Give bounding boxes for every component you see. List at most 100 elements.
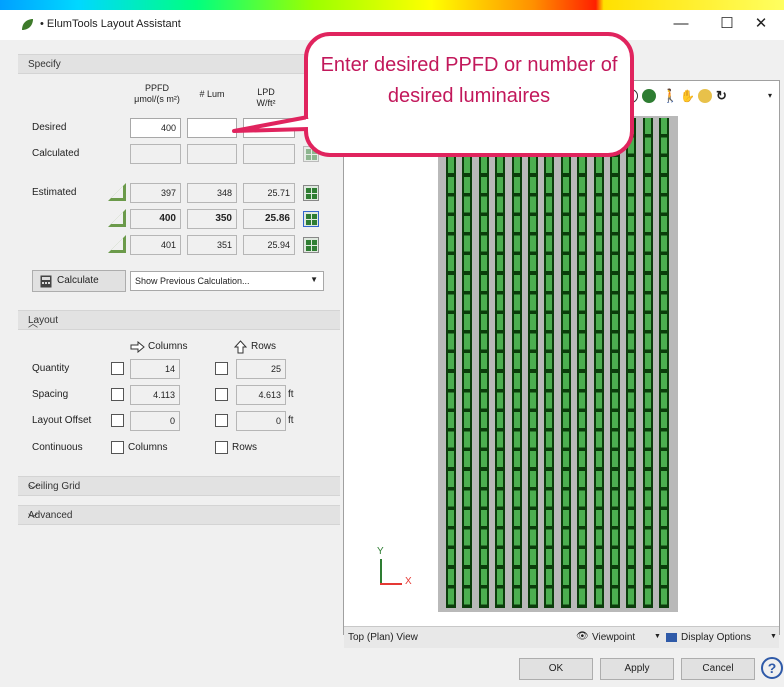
advanced-section-header[interactable]: Advanced ﹀ <box>18 505 340 525</box>
walk-icon[interactable]: 🚶 <box>662 89 678 103</box>
palette-icon[interactable] <box>698 89 712 103</box>
top-color-strip <box>0 0 784 10</box>
luminaire-column-fixtures <box>628 118 635 608</box>
continuous-rows-checkbox[interactable] <box>215 441 228 454</box>
layout-offset-label: Layout Offset <box>32 415 92 426</box>
specify-section-header[interactable]: Specify <box>18 54 340 74</box>
close-button[interactable]: ✕ <box>746 14 776 34</box>
viewport-status-bar: Top (Plan) View 👁 Viewpoint ▼ Display Op… <box>344 626 779 648</box>
luminaire-column <box>528 118 538 608</box>
layout-section-header[interactable]: Layout ︿ <box>18 310 340 330</box>
maximize-button[interactable]: ☐ <box>712 14 742 34</box>
lpd-header: LPD W/ft² <box>240 87 292 109</box>
left-panel: Specify PPFD μmol/(s m²) # Lum LPD W/ft²… <box>18 50 340 662</box>
continuous-columns-checkbox[interactable] <box>111 441 124 454</box>
quantity-columns-field: 14 <box>130 359 180 379</box>
ok-button[interactable]: OK <box>519 658 593 680</box>
desired-ppfd-input[interactable]: 400 <box>130 118 181 138</box>
annotation-callout: Enter desired PPFD or number of desired … <box>304 32 634 157</box>
chevron-down-icon: ▼ <box>770 633 777 640</box>
desired-lum-input[interactable] <box>187 118 237 138</box>
luminaire-column-fixtures <box>448 118 454 608</box>
apply-button[interactable]: Apply <box>600 658 674 680</box>
viewport-toolbar: 🚶 ✋ ↻ ▾ <box>620 83 780 107</box>
offset-columns-checkbox[interactable] <box>111 414 124 427</box>
calculate-button[interactable]: Calculate <box>32 270 126 292</box>
cancel-button[interactable]: Cancel <box>681 658 755 680</box>
luminaire-column <box>642 118 653 608</box>
arrow-right-icon <box>130 341 145 353</box>
viewpoint-menu[interactable]: 👁 Viewpoint ▼ <box>576 630 662 646</box>
apply-estimate-grid-icon[interactable] <box>303 185 319 201</box>
offset-columns-field: 0 <box>130 411 180 431</box>
lpd-header-unit: W/ft² <box>256 98 276 108</box>
help-button[interactable]: ? <box>761 657 783 679</box>
apply-estimate-grid-icon[interactable] <box>303 211 319 227</box>
luminaire-column <box>610 118 620 608</box>
calculated-lpd-field <box>243 144 295 164</box>
offset-rows-checkbox[interactable] <box>215 414 228 427</box>
ceiling-grid-section-header[interactable]: Ceiling Grid ﹀ <box>18 476 340 496</box>
x-axis-line <box>380 583 402 585</box>
refresh-icon[interactable]: ↻ <box>716 89 730 103</box>
render-icon[interactable] <box>642 89 656 103</box>
luminaire-column <box>478 118 489 608</box>
axis-y-label: Y <box>377 546 384 557</box>
desired-label: Desired <box>32 122 67 133</box>
chevron-down-icon: ﹀ <box>28 485 38 496</box>
pan-icon[interactable]: ✋ <box>680 89 695 103</box>
eye-icon: 👁 <box>576 631 589 642</box>
display-options-label: Display Options <box>681 632 752 643</box>
columns-header-label: Columns <box>148 341 188 352</box>
luminaire-column-fixtures <box>595 118 602 608</box>
spacing-rows-checkbox[interactable] <box>215 388 228 401</box>
luminaire-column <box>560 118 571 608</box>
chevron-down-icon: ▼ <box>654 633 661 640</box>
luminaire-column-fixtures <box>530 118 536 608</box>
luminaire-column-fixtures <box>546 118 553 608</box>
calculated-label: Calculated <box>32 148 80 159</box>
luminaire-column-fixtures <box>661 118 668 608</box>
toolbar-overflow-icon[interactable]: ▾ <box>768 91 772 100</box>
estimated-lpd-field-selected: 25.86 <box>243 209 295 229</box>
viewpoint-label: Viewpoint <box>592 632 636 643</box>
luminaire-column <box>446 118 456 608</box>
leaf-app-icon <box>22 19 33 30</box>
calculate-button-label: Calculate <box>57 275 99 286</box>
chevron-down-icon: ﹀ <box>28 514 38 525</box>
luminaire-column <box>577 118 588 608</box>
specify-section-label: Specify <box>28 59 61 70</box>
spacing-unit: ft <box>288 389 294 400</box>
chevron-up-icon: ︿ <box>28 319 38 330</box>
quantity-columns-checkbox[interactable] <box>111 362 124 375</box>
quantity-rows-field: 25 <box>236 359 286 379</box>
rows-header: Rows <box>234 340 304 356</box>
luminaire-column <box>626 118 637 608</box>
luminaire-column <box>593 118 604 608</box>
minimize-button[interactable]: — <box>666 14 696 34</box>
estimated-ppfd-field: 397 <box>130 183 181 203</box>
estimated-lum-field: 351 <box>187 235 237 255</box>
previous-calculation-select[interactable]: Show Previous Calculation... ▼ <box>130 271 324 291</box>
estimate-slope-icon <box>108 235 126 253</box>
luminaire-column-fixtures <box>464 118 471 608</box>
luminaire-column <box>495 118 506 608</box>
calculator-icon <box>40 275 52 288</box>
previous-calculation-value: Show Previous Calculation... <box>135 276 250 286</box>
columns-header: Columns <box>130 340 210 356</box>
estimated-label: Estimated <box>32 187 77 198</box>
plan-view-viewport[interactable]: 🚶 ✋ ↻ ▾ Y X Top (Plan) View 👁 Viewpoint … <box>343 80 780 648</box>
offset-rows-field: 0 <box>236 411 286 431</box>
luminaire-column-fixtures <box>612 118 618 608</box>
spacing-columns-checkbox[interactable] <box>111 388 124 401</box>
estimated-lum-field: 348 <box>187 183 237 203</box>
apply-estimate-grid-icon[interactable] <box>303 237 319 253</box>
luminaire-column <box>462 118 473 608</box>
ppfd-header-label: PPFD <box>144 83 169 93</box>
ppfd-header-unit: μmol/(s m²) <box>134 94 180 104</box>
y-axis-line <box>380 559 382 584</box>
quantity-rows-checkbox[interactable] <box>215 362 228 375</box>
spacing-rows-field: 4.613 <box>236 385 286 405</box>
display-options-menu[interactable]: Display Options ▼ <box>666 630 778 646</box>
continuous-label: Continuous <box>32 442 83 453</box>
